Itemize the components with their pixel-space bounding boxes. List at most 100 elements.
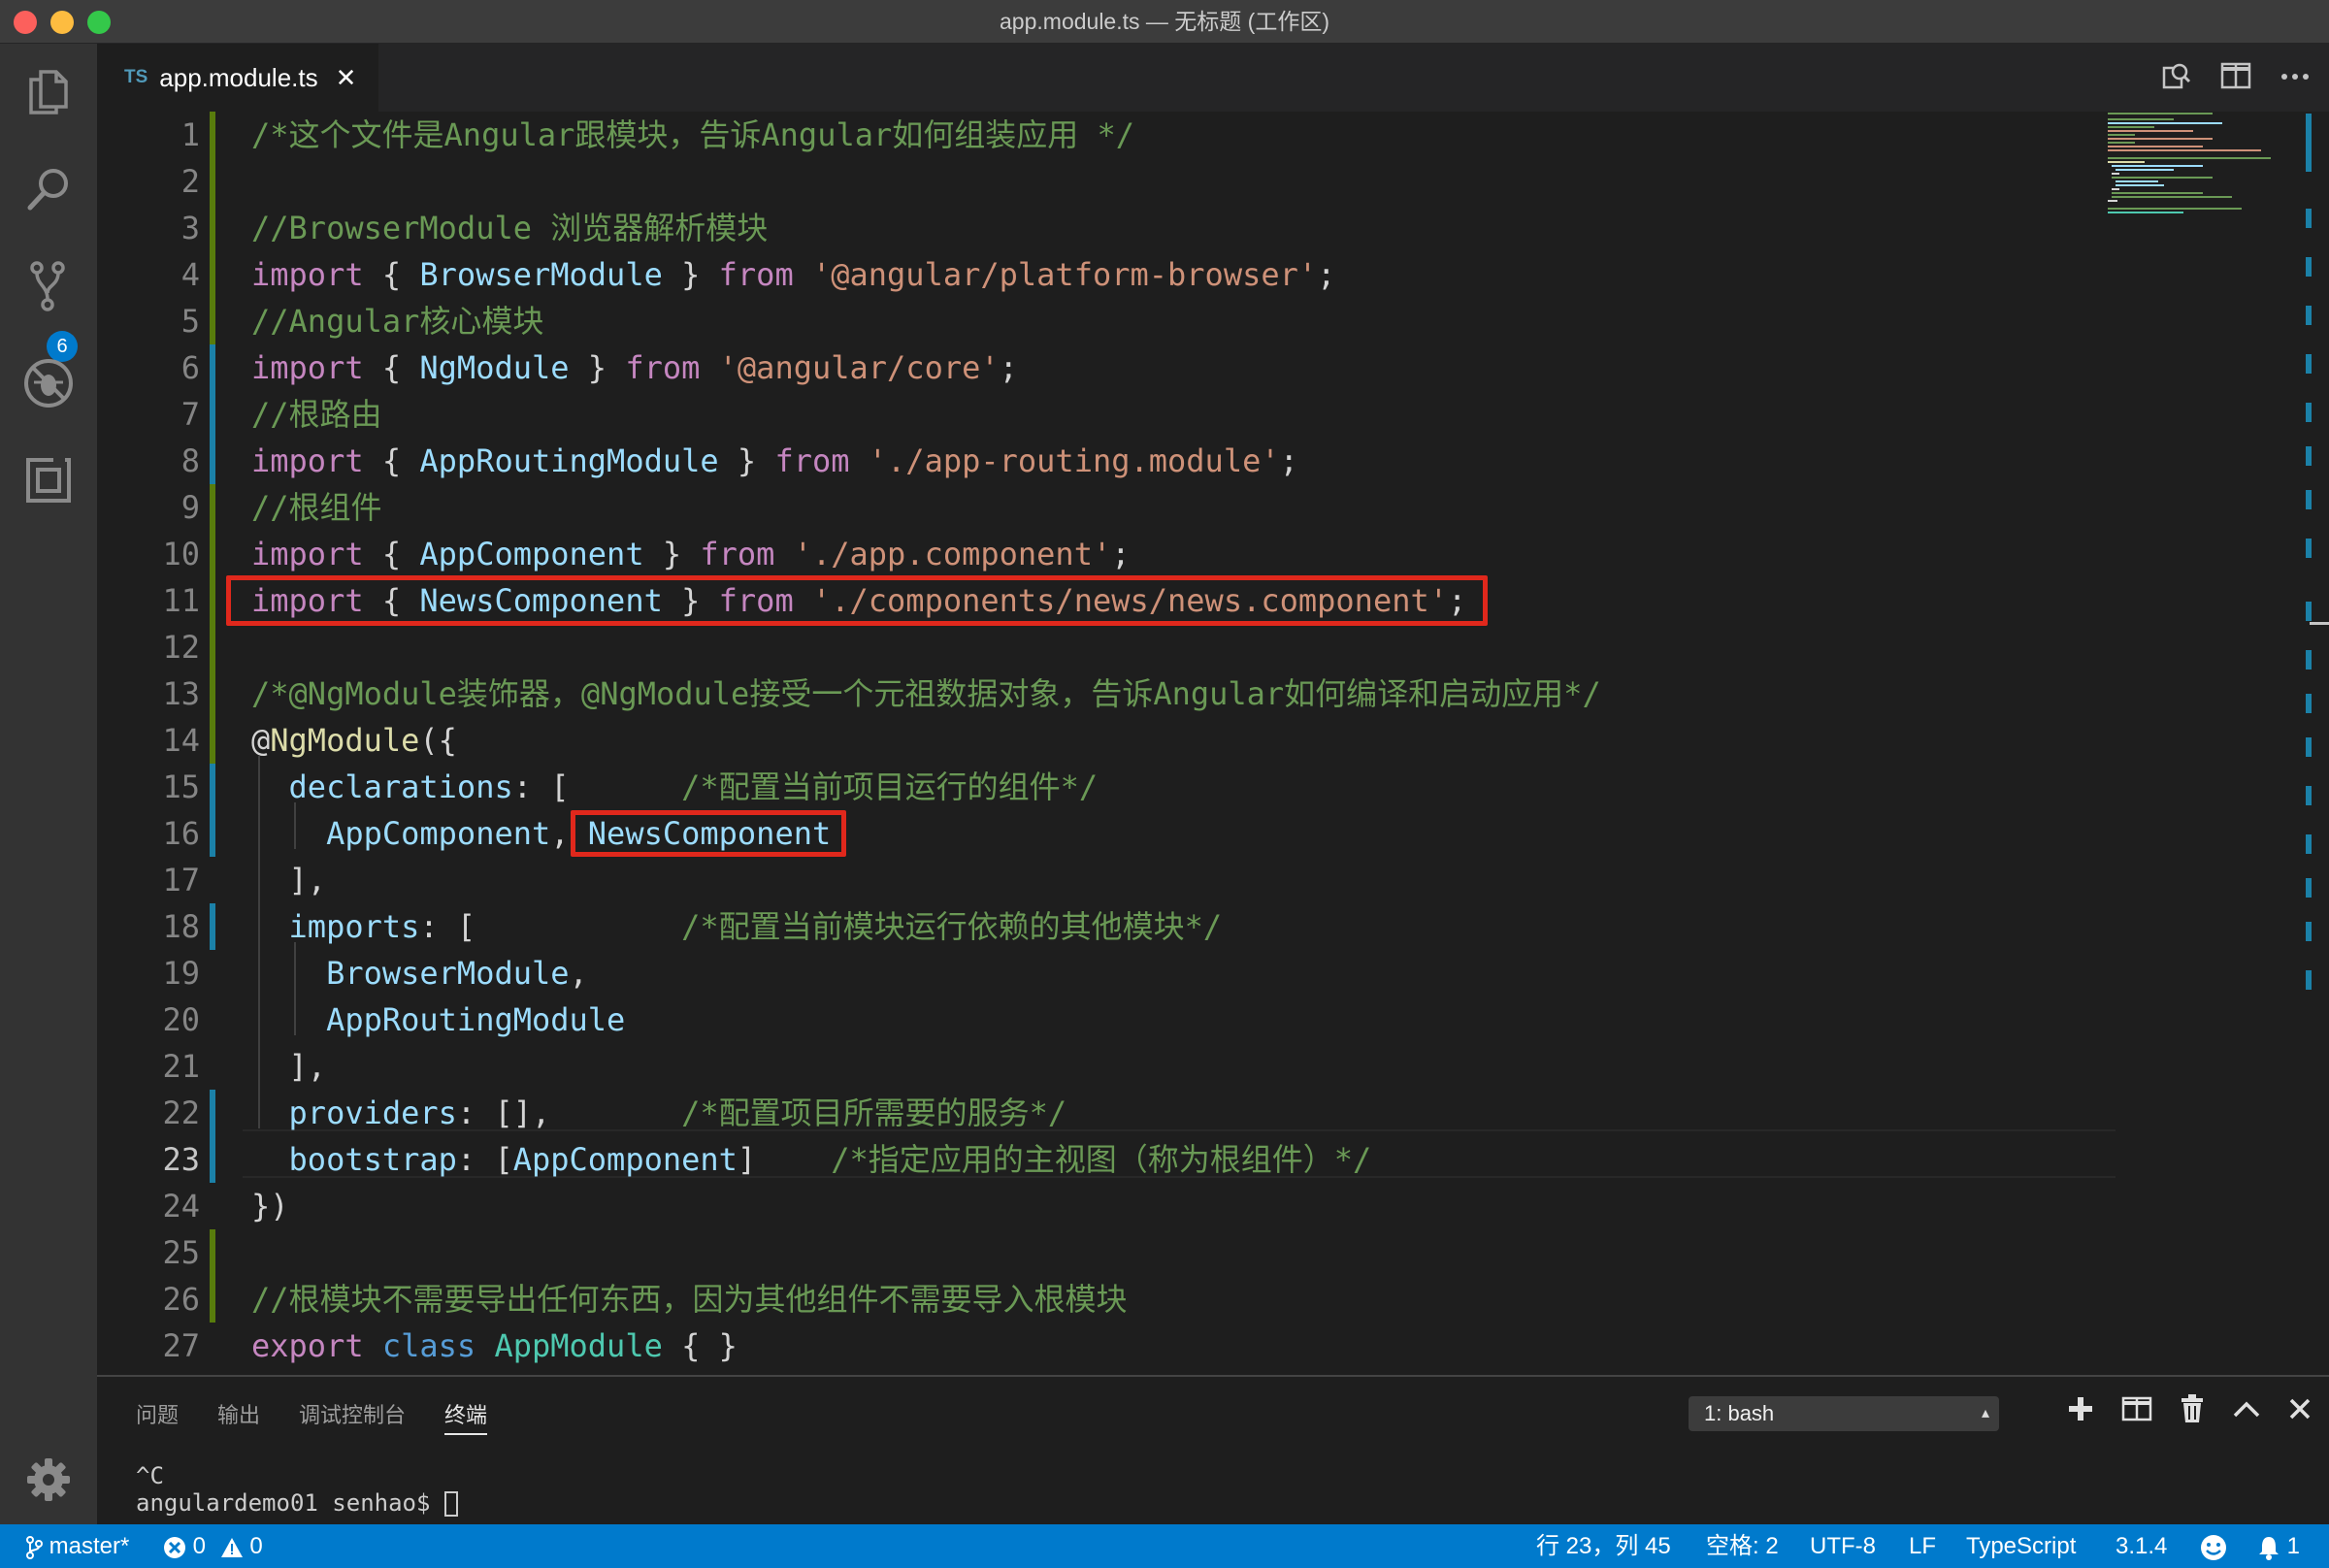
- line-number: 14: [162, 722, 200, 759]
- code-text: /*这个文件是Angular跟模块，告诉Angular如何组装应用 */: [251, 112, 1134, 158]
- terminal-cursor: [443, 1491, 458, 1517]
- code-text: AppRoutingModule: [251, 996, 625, 1043]
- code-line[interactable]: 10 import { AppComponent } from './app.co…: [97, 531, 2116, 577]
- code-line[interactable]: 27 export class AppModule { }: [97, 1323, 2116, 1369]
- code-token-keyword: import: [251, 536, 364, 572]
- code-line[interactable]: 8 import { AppRoutingModule } from './app…: [97, 438, 2116, 484]
- code-line[interactable]: 13 /*@NgModule装饰器，@NgModule接受一个元祖数据对象，告诉A…: [97, 670, 2116, 717]
- kill-terminal-trash-icon[interactable]: [2180, 1394, 2205, 1428]
- code-line[interactable]: 3 //BrowserModule 浏览器解析模块: [97, 205, 2116, 251]
- terminal-selector[interactable]: 1: bash ▴: [1689, 1396, 1999, 1431]
- code-token-comment: /*配置项目所需要的服务*/: [681, 1094, 1067, 1131]
- code-text: //根路由: [251, 391, 382, 438]
- code-line[interactable]: 19 BrowserModule,: [97, 950, 2116, 996]
- split-terminal-icon[interactable]: [2121, 1395, 2152, 1427]
- code-token-variable: bootstrap: [288, 1141, 457, 1178]
- code-line[interactable]: 5 //Angular核心模块: [97, 298, 2116, 344]
- notifications[interactable]: 1: [2257, 1524, 2300, 1568]
- code-token-punctuation: {: [363, 536, 420, 572]
- code-line[interactable]: 9 //根组件: [97, 484, 2116, 531]
- code-text: //根模块不需要导出任何东西，因为其他组件不需要导入根模块: [251, 1276, 1128, 1323]
- code-token-variable: BrowserModule: [326, 955, 570, 992]
- line-number: 19: [162, 955, 200, 992]
- code-text: import { AppComponent } from './app.comp…: [251, 531, 1130, 577]
- language-mode[interactable]: TypeScript: [1966, 1524, 2076, 1568]
- code-line[interactable]: 14 @NgModule({: [97, 717, 2116, 764]
- code-token-variable: AppRoutingModule: [419, 442, 719, 479]
- line-number: 11: [162, 582, 200, 619]
- close-panel-icon[interactable]: [2288, 1397, 2312, 1425]
- code-token-punctuation: [251, 1141, 289, 1178]
- code-token-variable: declarations: [288, 768, 513, 805]
- close-tab-icon[interactable]: ✕: [336, 63, 357, 93]
- tab-label: app.module.ts: [159, 62, 318, 92]
- highlight-box-import-news: [226, 575, 1488, 626]
- open-changes-icon[interactable]: [2160, 60, 2191, 96]
- minimap[interactable]: [2096, 112, 2329, 1375]
- extensions-icon[interactable]: [19, 451, 78, 509]
- line-number: 3: [180, 210, 200, 246]
- split-editor-icon[interactable]: [2220, 61, 2251, 95]
- code-line[interactable]: 25: [97, 1229, 2116, 1276]
- cursor-position[interactable]: 行 23，列 45: [1536, 1524, 1671, 1568]
- gutter-added-indicator: [210, 577, 215, 624]
- activity-bar: 6: [0, 44, 97, 1524]
- debug-icon[interactable]: [19, 354, 78, 412]
- problems-status[interactable]: 0 0: [163, 1524, 263, 1568]
- line-number: 15: [162, 768, 200, 805]
- encoding[interactable]: UTF-8: [1810, 1524, 1876, 1568]
- code-editor[interactable]: 1/*这个文件是Angular跟模块，告诉Angular如何组装应用 */2 3 /…: [97, 112, 2329, 1375]
- indentation[interactable]: 空格: 2: [1706, 1524, 1779, 1568]
- maximize-panel-chevron-up-icon[interactable]: [2232, 1399, 2261, 1423]
- source-control-icon[interactable]: [19, 257, 78, 315]
- active-tab-indicator: [444, 1433, 487, 1435]
- code-token-punctuation: }: [643, 536, 701, 572]
- code-line[interactable]: 7 //根路由: [97, 391, 2116, 438]
- code-line[interactable]: 1 /*这个文件是Angular跟模块，告诉Angular如何组装应用 */: [97, 112, 2116, 158]
- code-token-variable: AppComponent: [326, 815, 551, 852]
- code-line[interactable]: 17 ],: [97, 857, 2116, 903]
- vertical-scrollbar[interactable]: [2300, 112, 2329, 1375]
- gutter-added-indicator: [210, 158, 215, 205]
- code-token-punctuation: [251, 1001, 326, 1038]
- code-token-punctuation: ,: [569, 955, 588, 992]
- settings-gear-icon[interactable]: [19, 1451, 78, 1509]
- gutter-modified-indicator: [210, 764, 215, 810]
- branch-status[interactable]: master*: [25, 1524, 129, 1568]
- code-line[interactable]: 21 ],: [97, 1043, 2116, 1090]
- code-token-keyword: from: [700, 536, 775, 572]
- more-actions-icon[interactable]: [2280, 69, 2310, 86]
- terminal-output[interactable]: ^C angulardemo01 senhao$: [136, 1462, 458, 1517]
- code-line[interactable]: 22 providers: [], /*配置项目所需要的服务*/: [97, 1090, 2116, 1136]
- code-token-comment: //BrowserModule 浏览器解析模块: [251, 210, 769, 246]
- code-text: providers: [], /*配置项目所需要的服务*/: [251, 1090, 1067, 1136]
- end-of-line[interactable]: LF: [1909, 1524, 1936, 1568]
- code-line[interactable]: 23 bootstrap: [AppComponent] /*指定应用的主视图（…: [97, 1136, 2116, 1183]
- gutter-modified-indicator: [210, 1136, 215, 1183]
- code-line[interactable]: 12: [97, 624, 2116, 670]
- code-line[interactable]: 18 imports: [ /*配置当前模块运行依赖的其他模块*/: [97, 903, 2116, 950]
- bottom-panel: 问题 输出 调试控制台 终端 1: bash ▴ ^C angulardemo0…: [97, 1375, 2329, 1526]
- code-line[interactable]: 15 declarations: [ /*配置当前项目运行的组件*/: [97, 764, 2116, 810]
- tab-app-module[interactable]: TS app.module.ts ✕: [97, 44, 378, 112]
- tab-terminal[interactable]: 终端: [444, 1398, 487, 1429]
- code-line[interactable]: 4 import { BrowserModule } from '@angular…: [97, 251, 2116, 298]
- feedback-smiley-icon[interactable]: [2199, 1524, 2228, 1568]
- tab-output[interactable]: 输出: [217, 1398, 260, 1429]
- code-line[interactable]: 24}): [97, 1183, 2116, 1229]
- code-line[interactable]: 20 AppRoutingModule: [97, 996, 2116, 1043]
- tab-problems[interactable]: 问题: [136, 1398, 179, 1429]
- tab-debug-console[interactable]: 调试控制台: [299, 1398, 406, 1429]
- code-text: imports: [ /*配置当前模块运行依赖的其他模块*/: [251, 903, 1223, 950]
- code-line[interactable]: 6 import { NgModule } from '@angular/core…: [97, 344, 2116, 391]
- typescript-version[interactable]: 3.1.4: [2116, 1524, 2167, 1568]
- code-line[interactable]: 2: [97, 158, 2116, 205]
- explorer-icon[interactable]: [19, 63, 78, 121]
- title-bar: app.module.ts — 无标题 (工作区): [0, 0, 2329, 44]
- code-token-comment: //根路由: [251, 396, 382, 433]
- code-line[interactable]: 26 //根模块不需要导出任何东西，因为其他组件不需要导入根模块: [97, 1276, 2116, 1323]
- new-terminal-icon[interactable]: [2067, 1395, 2094, 1427]
- search-icon[interactable]: [19, 160, 78, 218]
- code-line[interactable]: 16 AppComponent, NewsComponent: [97, 810, 2116, 857]
- code-token-punctuation: }: [662, 256, 719, 293]
